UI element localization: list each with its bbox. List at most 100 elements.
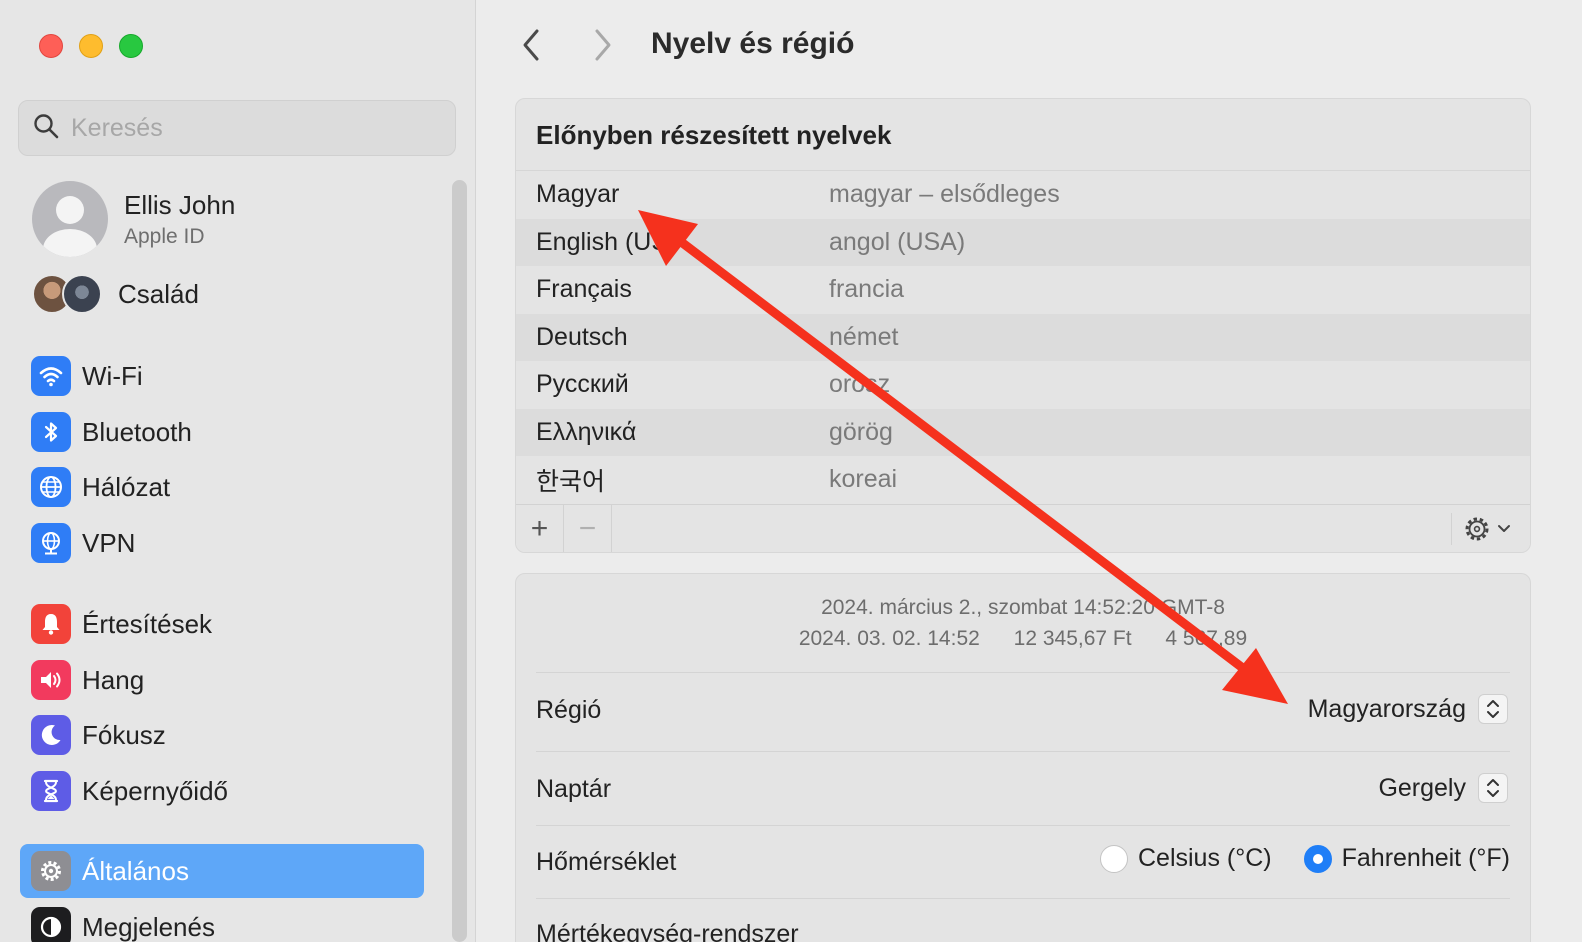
divider (536, 898, 1510, 899)
sidebar-item-bluetooth[interactable]: Bluetooth (20, 405, 424, 459)
sidebar-item-family[interactable]: Család (32, 274, 199, 314)
search-field[interactable] (18, 100, 456, 156)
sidebar-item-label: Hálózat (82, 471, 171, 502)
apple-id-account[interactable]: Ellis John Apple ID (32, 181, 235, 257)
language-name: Français (536, 275, 632, 304)
fahrenheit-label: Fahrenheit (°F) (1341, 844, 1510, 872)
bell-icon (31, 604, 71, 644)
language-description: koreai (829, 465, 898, 494)
account-name: Ellis John (124, 189, 236, 220)
preferred-languages-panel: Előnyben részesített nyelvek Magyar magy… (515, 98, 1531, 553)
sidebar-item-label: Értesítések (82, 608, 213, 639)
sidebar-item-wifi[interactable]: Wi-Fi (20, 349, 424, 403)
language-description: angol (USA) (829, 227, 966, 256)
language-description: francia (829, 275, 905, 304)
temperature-radio-group: Celsius (°C) Fahrenheit (°F) (1099, 844, 1510, 873)
globe-icon (31, 467, 71, 507)
language-name: 한국어 (536, 466, 606, 496)
list-item[interactable]: Français francia (516, 266, 1530, 314)
remove-language-button[interactable]: − (564, 504, 612, 552)
format-preview-short: 2024. 03. 02. 14:52 12 345,67 Ft 4 567,8… (516, 627, 1530, 651)
account-subtitle: Apple ID (124, 224, 205, 248)
add-language-button[interactable]: + (516, 504, 564, 552)
sidebar-item-vpn[interactable]: VPN (20, 516, 424, 570)
family-avatars (32, 274, 104, 314)
language-name: Русский (536, 370, 629, 399)
language-list-toolbar: + − (516, 504, 1530, 552)
region-value: Magyarország (1307, 694, 1466, 723)
sidebar-item-label: Bluetooth (82, 416, 192, 447)
sidebar-item-screen-time[interactable]: Képernyőidő (20, 764, 424, 818)
format-preview-long: 2024. március 2., szombat 14:52:20 GMT-8 (821, 596, 1225, 619)
language-description: orosz (829, 370, 891, 399)
search-input[interactable] (71, 113, 431, 143)
language-description: magyar – elsődleges (829, 180, 1060, 209)
preview-currency: 12 345,67 Ft (1013, 627, 1132, 650)
avatar (32, 181, 108, 257)
sidebar-item-label: Wi-Fi (82, 360, 143, 391)
sidebar-scrollbar[interactable] (452, 180, 467, 942)
language-name: Ελληνικά (536, 417, 637, 446)
avatar (62, 274, 102, 314)
wifi-icon (31, 356, 71, 396)
main-content: Nyelv és régió Előnyben részesített nyel… (477, 0, 1582, 942)
family-label: Család (118, 278, 199, 309)
moon-icon (31, 715, 71, 755)
back-button[interactable] (517, 27, 545, 68)
measurement-system-label: Mértékegység-rendszer (536, 920, 799, 942)
speaker-icon (31, 660, 71, 700)
chevron-right-icon (595, 29, 611, 61)
page-title: Nyelv és régió (651, 27, 855, 60)
search-icon (33, 113, 59, 144)
language-options-menu[interactable] (1451, 513, 1512, 545)
list-item[interactable]: English (US) angol (USA) (516, 218, 1530, 266)
divider (536, 825, 1510, 826)
sidebar-item-label: Képernyőidő (82, 775, 228, 806)
preview-date: 2024. 03. 02. 14:52 (798, 627, 980, 650)
sidebar-item-label: Fókusz (82, 719, 166, 750)
sidebar-item-sound[interactable]: Hang (20, 653, 424, 707)
sidebar: Ellis John Apple ID Család Wi-Fi Bluetoo… (0, 0, 476, 942)
temperature-label: Hőmérséklet (536, 848, 677, 876)
chevron-down-icon (1498, 525, 1510, 532)
celsius-label: Celsius (°C) (1137, 844, 1272, 872)
divider (536, 751, 1510, 752)
language-name: Magyar (536, 180, 620, 209)
list-item[interactable]: Ελληνικά görög (516, 408, 1530, 456)
sidebar-item-general[interactable]: Általános (20, 844, 424, 898)
calendar-label: Naptár (536, 775, 612, 803)
chevron-left-icon (523, 29, 539, 61)
bluetooth-icon (31, 412, 71, 452)
hourglass-icon (31, 771, 71, 811)
updown-chevron-icon (1478, 694, 1508, 724)
minimize-window-button[interactable] (79, 34, 103, 58)
list-item[interactable]: 한국어 koreai (516, 456, 1530, 504)
sidebar-item-notifications[interactable]: Értesítések (20, 597, 424, 651)
vpn-globe-icon (31, 523, 71, 563)
region-settings-panel: 2024. március 2., szombat 14:52:20 GMT-8… (515, 573, 1531, 942)
appearance-icon (31, 907, 71, 942)
sidebar-item-label: Hang (82, 664, 145, 695)
forward-button[interactable] (589, 27, 617, 68)
window-controls (39, 34, 143, 58)
language-description: német (829, 322, 899, 351)
updown-chevron-icon (1478, 773, 1508, 803)
zoom-window-button[interactable] (119, 34, 143, 58)
list-item[interactable]: Русский orosz (516, 361, 1530, 409)
calendar-popup[interactable]: Gergely (1378, 773, 1508, 803)
fahrenheit-radio[interactable] (1303, 844, 1332, 873)
sidebar-item-focus[interactable]: Fókusz (20, 708, 424, 762)
close-window-button[interactable] (39, 34, 63, 58)
language-description: görög (829, 417, 893, 446)
celsius-radio[interactable] (1099, 844, 1128, 873)
list-item[interactable]: Magyar magyar – elsődleges (516, 171, 1530, 219)
preview-number: 4 567,89 (1165, 627, 1248, 650)
calendar-value: Gergely (1378, 773, 1466, 802)
list-item[interactable]: Deutsch német (516, 313, 1530, 361)
region-popup[interactable]: Magyarország (1308, 694, 1508, 724)
gear-icon (31, 851, 71, 891)
sidebar-item-label: Megjelenés (82, 911, 215, 942)
sidebar-item-network[interactable]: Hálózat (20, 460, 424, 514)
language-name: Deutsch (536, 322, 628, 351)
sidebar-item-appearance[interactable]: Megjelenés (20, 900, 424, 942)
